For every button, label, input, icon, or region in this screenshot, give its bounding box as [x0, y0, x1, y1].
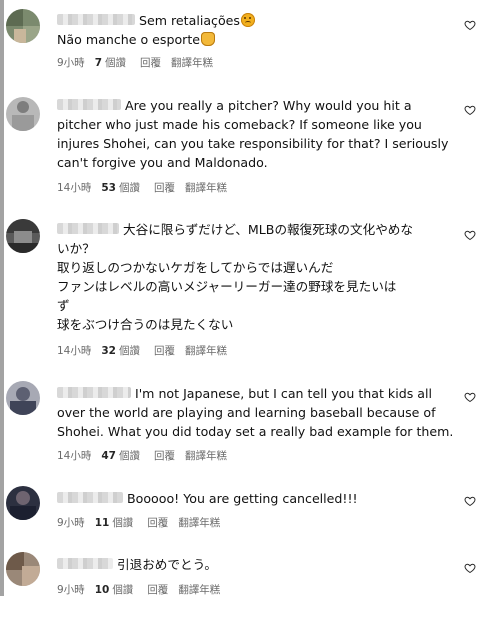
username-redacted[interactable] [57, 492, 123, 503]
left-border [0, 0, 4, 596]
reply-button[interactable]: 回覆 [140, 57, 161, 69]
timestamp: 14小時 [57, 182, 92, 194]
username-redacted[interactable] [57, 223, 119, 234]
timestamp: 14小時 [57, 450, 92, 462]
comment-body: I'm not Japanese, but I can tell you tha… [57, 384, 454, 441]
heart-icon[interactable] [464, 562, 476, 574]
comment-text: いか？ [57, 241, 95, 256]
timestamp: 9小時 [57, 57, 85, 69]
translate-button[interactable]: 翻譯年糕 [185, 182, 227, 194]
avatar[interactable] [6, 97, 40, 131]
comment-text: injures Shohei, can you take responsibil… [57, 136, 449, 151]
comment-meta: 14小時 53 個讚 回覆 翻譯年糕 [57, 180, 237, 195]
username-redacted[interactable] [57, 558, 113, 569]
likes-count[interactable]: 53 [101, 182, 116, 194]
likes-unit[interactable]: 個讚 [119, 182, 140, 194]
likes-unit[interactable]: 個讚 [112, 517, 133, 529]
comment-meta: 9小時 7 個讚 回覆 翻譯年糕 [57, 55, 223, 70]
likes-unit[interactable]: 個讚 [119, 345, 140, 357]
comment-meta: 9小時 10 個讚 回覆 翻譯年糕 [57, 582, 230, 597]
comment-body: Are you really a pitcher? Why would you … [57, 96, 449, 172]
timestamp: 9小時 [57, 584, 85, 596]
likes-unit[interactable]: 個讚 [119, 450, 140, 462]
comment-body: Sem retaliações Não manche o esporte [57, 11, 449, 49]
comment-text: Are you really a pitcher? Why would you … [125, 98, 412, 113]
comment-text: I'm not Japanese, but I can tell you tha… [135, 386, 432, 401]
comment-text: 球をぶつけ合うのは見たくない [57, 317, 234, 332]
comment-text: 引退おめでとう。 [117, 557, 217, 572]
comment-meta: 14小時 32 個讚 回覆 翻譯年糕 [57, 343, 237, 358]
translate-button[interactable]: 翻譯年糕 [185, 345, 227, 357]
translate-button[interactable]: 翻譯年糕 [178, 584, 220, 596]
comment-text: Booooo! You are getting cancelled!!! [127, 491, 358, 506]
translate-button[interactable]: 翻譯年糕 [171, 57, 213, 69]
reply-button[interactable]: 回覆 [147, 517, 168, 529]
comment-text: ファンはレベルの高いメジャーリーガー達の野球を見たいは [57, 279, 397, 294]
comment-meta: 9小時 11 個讚 回覆 翻譯年糕 [57, 515, 230, 530]
sad-face-emoji [240, 13, 255, 27]
comment-text: Shohei. What you did today set a really … [57, 424, 454, 439]
comment-body: 大谷に限らずだけど、MLBの報復死球の文化やめな いか？ 取り返しのつかないケガ… [57, 220, 449, 334]
reply-button[interactable]: 回覆 [154, 450, 175, 462]
heart-icon[interactable] [464, 391, 476, 403]
likes-count[interactable]: 10 [95, 584, 110, 596]
likes-unit[interactable]: 個讚 [105, 57, 126, 69]
likes-count[interactable]: 7 [95, 57, 102, 69]
username-redacted[interactable] [57, 99, 121, 110]
avatar[interactable] [6, 486, 40, 520]
comment-text: can't forgive you and Maldonado. [57, 155, 268, 170]
likes-count[interactable]: 32 [101, 345, 116, 357]
likes-unit[interactable]: 個讚 [112, 584, 133, 596]
comment-body: Booooo! You are getting cancelled!!! [57, 489, 449, 508]
comment-meta: 14小時 47 個讚 回覆 翻譯年糕 [57, 448, 237, 463]
comment-text: Não manche o esporte [57, 32, 201, 47]
comment-text: Sem retaliações [139, 13, 240, 28]
timestamp: 9小時 [57, 517, 85, 529]
translate-button[interactable]: 翻譯年糕 [185, 450, 227, 462]
avatar[interactable] [6, 552, 40, 586]
comment-text: 取り返しのつかないケガをしてからでは遅いんだ [57, 260, 334, 275]
heart-icon[interactable] [464, 19, 476, 31]
reply-button[interactable]: 回覆 [154, 345, 175, 357]
heart-icon[interactable] [464, 104, 476, 116]
likes-count[interactable]: 11 [95, 517, 110, 529]
reply-button[interactable]: 回覆 [147, 584, 168, 596]
heart-icon[interactable] [464, 495, 476, 507]
clapping-hands-emoji [201, 32, 216, 46]
username-redacted[interactable] [57, 14, 135, 25]
avatar[interactable] [6, 219, 40, 253]
reply-button[interactable]: 回覆 [154, 182, 175, 194]
comment-text: 大谷に限らずだけど、MLBの報復死球の文化やめな [123, 222, 413, 237]
heart-icon[interactable] [464, 229, 476, 241]
translate-button[interactable]: 翻譯年糕 [178, 517, 220, 529]
avatar[interactable] [6, 9, 40, 43]
avatar[interactable] [6, 381, 40, 415]
comment-text: pitcher who just made his comeback? If s… [57, 117, 422, 132]
likes-count[interactable]: 47 [101, 450, 116, 462]
username-redacted[interactable] [57, 387, 131, 398]
comment-body: 引退おめでとう。 [57, 555, 449, 574]
comment-text: over the world are playing and learning … [57, 405, 436, 420]
comment-text: ず [57, 298, 70, 313]
timestamp: 14小時 [57, 345, 92, 357]
